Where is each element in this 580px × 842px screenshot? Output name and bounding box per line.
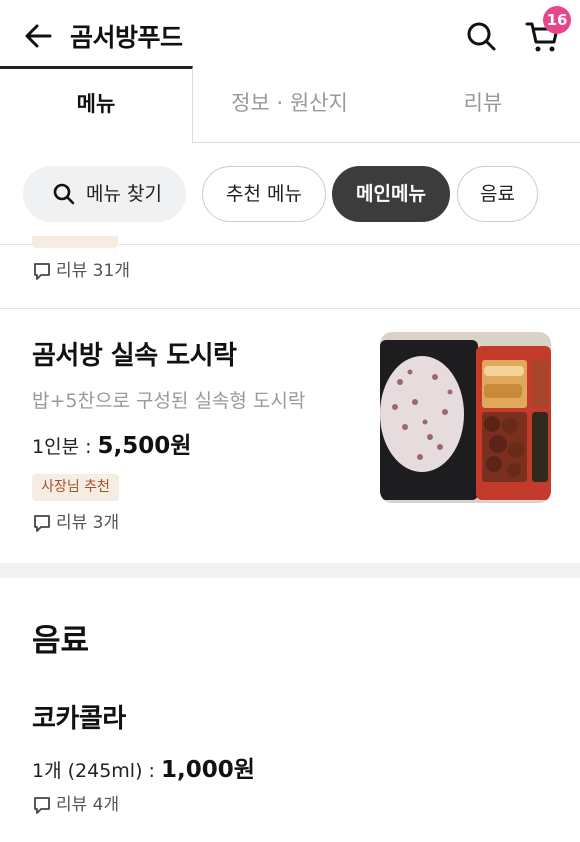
section-title-drinks: 음료 <box>32 623 90 659</box>
arrow-left-icon <box>25 24 52 48</box>
search-button[interactable] <box>463 18 499 54</box>
app-header: 곰서방푸드 16 <box>0 0 580 68</box>
lunchbox-image <box>380 332 551 503</box>
store-title: 곰서방푸드 <box>70 23 183 52</box>
comment-icon <box>34 797 50 814</box>
tab-menu[interactable]: 메뉴 <box>0 66 193 143</box>
cart-count-badge: 16 <box>543 6 571 34</box>
review-count-text: 리뷰 31개 <box>56 261 130 281</box>
review-count-text: 리뷰 4개 <box>56 795 120 815</box>
chip-recommended[interactable]: 추천 메뉴 <box>202 166 326 222</box>
menu-item-price: 1개 (245ml) : 1,000원 <box>32 750 255 784</box>
price-label: 1인분 : <box>32 436 98 458</box>
tab-bar: 메뉴 정보 · 원산지 리뷰 <box>0 66 580 143</box>
section-separator <box>0 563 580 578</box>
search-icon <box>467 22 496 51</box>
comment-icon <box>34 263 50 280</box>
menu-item-name: 코카콜라 <box>32 704 126 734</box>
menu-item-photo <box>380 332 551 503</box>
chip-main-menu[interactable]: 메인메뉴 <box>332 166 450 222</box>
menu-search-label: 메뉴 찾기 <box>86 183 162 205</box>
menu-item-name: 곰서방 실속 도시락 <box>32 341 237 371</box>
divider <box>0 308 580 309</box>
owner-badge-partial <box>32 236 118 248</box>
review-count-text: 리뷰 3개 <box>56 513 120 533</box>
tab-reviews[interactable]: 리뷰 <box>386 66 580 143</box>
price-label: 1개 (245ml) : <box>32 760 161 782</box>
menu-item-description: 밥+5찬으로 구성된 실속형 도시락 <box>32 390 306 412</box>
price-value: 5,500원 <box>97 433 192 459</box>
menu-search-chip[interactable]: 메뉴 찾기 <box>23 166 186 222</box>
chip-drinks[interactable]: 음료 <box>457 166 538 222</box>
tab-info-origin[interactable]: 정보 · 원산지 <box>193 66 386 143</box>
menu-filter-chips: 메뉴 찾기 추천 메뉴 메인메뉴 음료 <box>0 166 580 222</box>
price-value: 1,000원 <box>160 757 255 783</box>
menu-item-price: 1인분 : 5,500원 <box>32 426 191 460</box>
owner-recommend-badge: 사장님 추천 <box>32 474 119 501</box>
back-button[interactable] <box>20 18 56 54</box>
search-icon <box>53 183 75 205</box>
comment-icon <box>34 515 50 532</box>
